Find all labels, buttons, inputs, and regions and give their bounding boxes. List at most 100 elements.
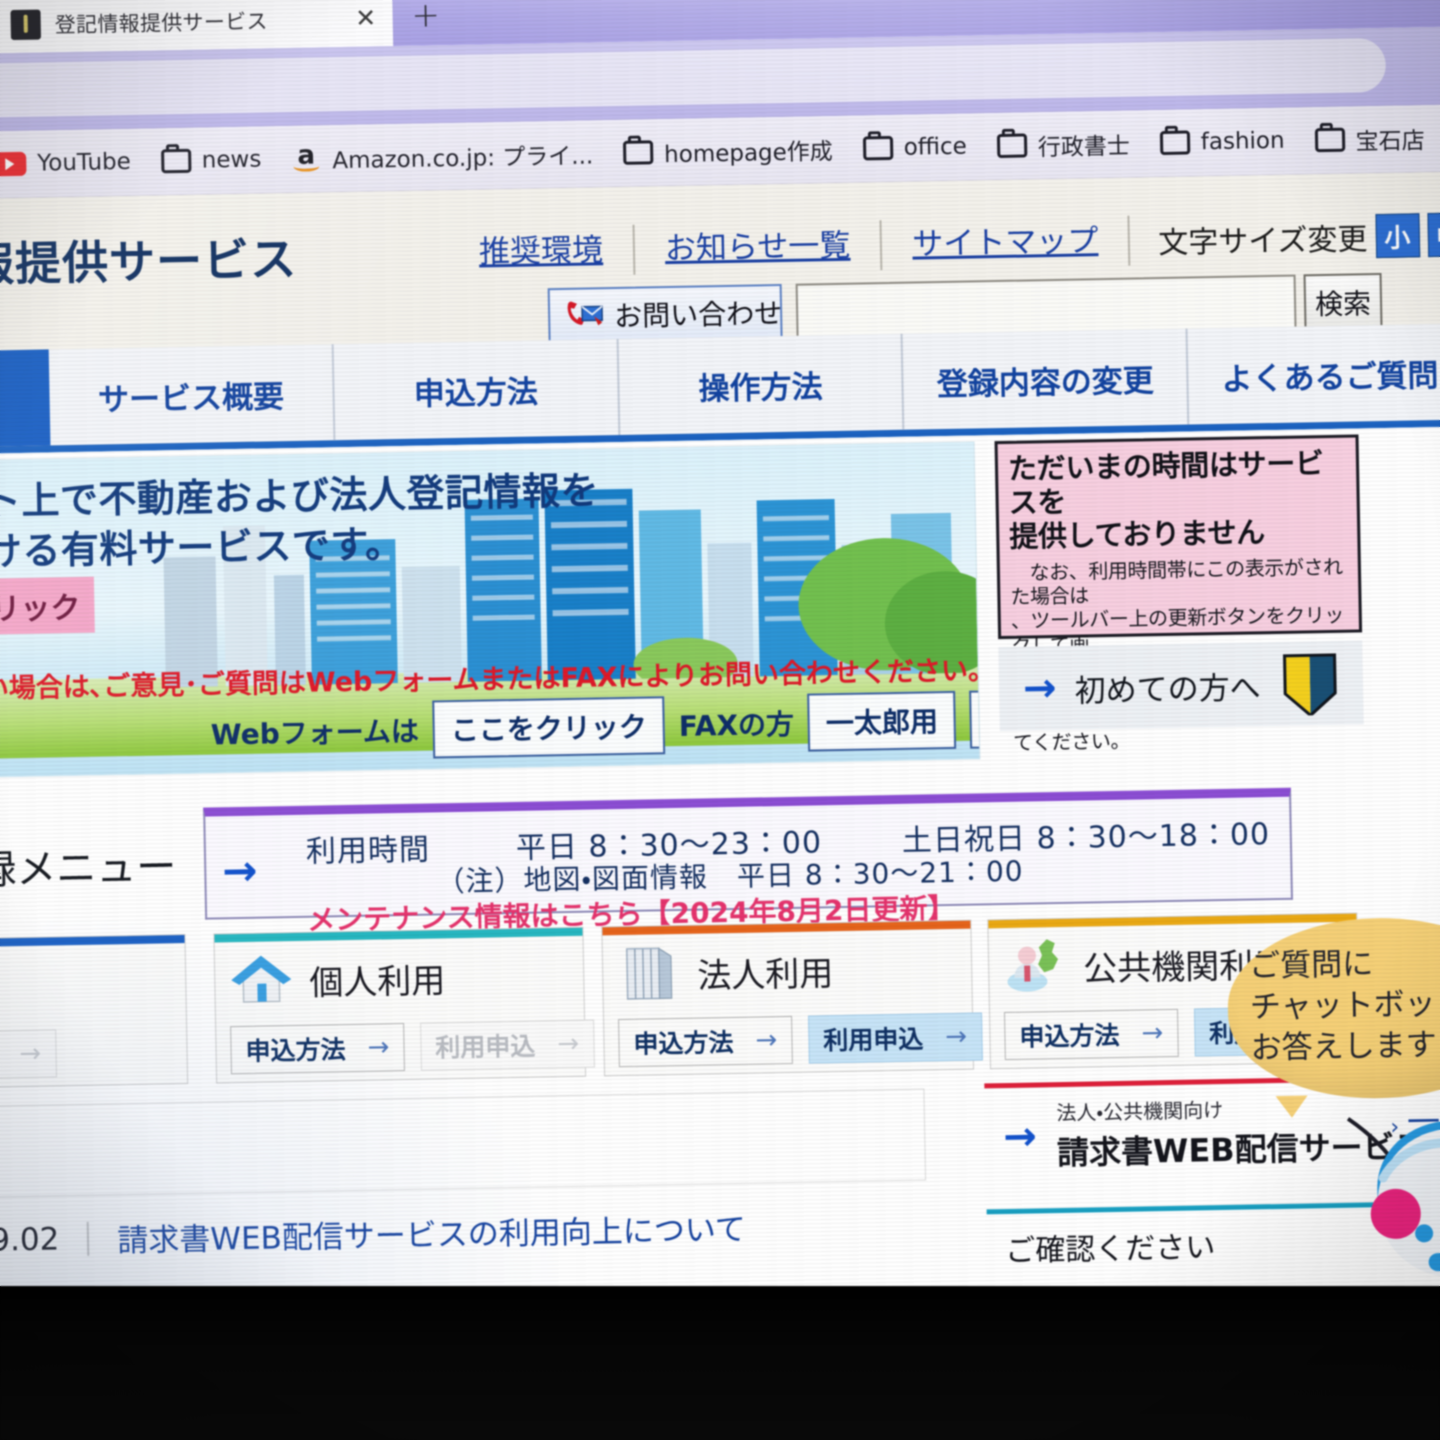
webform-label: Webフォームは [210, 714, 420, 752]
nav-operation-method[interactable]: 操作方法 [618, 333, 905, 435]
folder-icon [862, 135, 893, 161]
chatbot-line3: お答えします [1250, 1027, 1438, 1067]
font-size-label: 文字サイズ変更 [1158, 222, 1368, 262]
bookmark-label: news [201, 146, 262, 174]
hero-pink-badge[interactable]: をクリック [0, 576, 95, 636]
header-link-sitemap[interactable]: サイトマップ [881, 215, 1131, 271]
right-arrow-icon: → [1002, 1112, 1038, 1160]
service-unavailable-alert: ただいまの時間はサービスを 提供しておりません なお、利用時間帯にこの表示がされ… [994, 434, 1363, 755]
font-size-small-button[interactable]: 小 [1374, 213, 1420, 259]
right-arrow-icon: → [1022, 665, 1058, 712]
bookmark-item[interactable]: news [160, 146, 262, 175]
card-temporary-use[interactable]: 時利用 → 利用申込 → [0, 934, 189, 1092]
folder-icon [160, 148, 192, 174]
card-use-application-button[interactable]: 利用申込 → [807, 1012, 983, 1064]
first-time-label: 初めての方へ [1074, 669, 1261, 710]
new-tab-button[interactable]: + [406, 0, 445, 36]
card-use-application-button: 利用申込 → [419, 1019, 595, 1071]
right-arrow-icon: → [221, 845, 258, 896]
card-button-label: 利用申込 [823, 1024, 924, 1056]
right-arrow-icon: → [1141, 1018, 1164, 1049]
bookmark-label: fashion [1200, 127, 1285, 156]
alert-body-line1: なお、利用時間帯にこの表示がされた場合は [1009, 554, 1343, 609]
font-size-medium-button[interactable]: 中 [1426, 212, 1440, 258]
register-menu-heading[interactable]: 登録メニュー [0, 834, 177, 896]
card-buttons: → 利用申込 → [0, 1011, 187, 1082]
wakaba-beginner-mark-icon [1280, 653, 1339, 718]
monitor-bezel [0, 1286, 1440, 1440]
close-icon[interactable]: ✕ [350, 3, 381, 34]
card-individual-use[interactable]: 個人利用 申込方法 → 利用申込 → [213, 926, 595, 1084]
browser-tab[interactable]: 登記情報提供サービス ✕ [0, 0, 394, 54]
nav-left-cap [0, 349, 51, 448]
chatbot-balloon: ご質問に チャットボット お答えします [1226, 915, 1440, 1101]
usage-hours-box: → 利用時間 平日 8：30～23：00 土日祝日 8：30～18：00 （注）… [203, 787, 1293, 937]
card-corporate-use[interactable]: 法人利用 申込方法 → 利用申込 → [601, 919, 983, 1077]
card-header: 時利用 [0, 935, 186, 1018]
card-buttons: 申込方法 → 利用申込 → [604, 997, 983, 1068]
fax-label: FAXの方 [678, 707, 795, 743]
card-title: 個人利用 [308, 960, 446, 1004]
right-link-main: ご確認ください [1005, 1230, 1216, 1270]
right-link-confirm[interactable]: ご確認ください [986, 1201, 1400, 1271]
chatbot-widget[interactable]: ご質問に チャットボット お答えします [1226, 915, 1440, 1277]
bookmark-item[interactable]: YouTube [0, 149, 131, 178]
bookmark-item[interactable]: office [862, 134, 967, 162]
header-link-news-list[interactable]: お知らせ一覧 [634, 220, 883, 275]
folder-icon [1314, 127, 1345, 153]
right-link-sub: 法人・公共機関向け [1056, 1098, 1224, 1126]
nav-change-registration[interactable]: 登録内容の変更 [902, 328, 1190, 430]
contact-button-label: お問い合わせ [613, 296, 783, 334]
building-icon [617, 944, 682, 1003]
fax-word-button[interactable]: Word用 [969, 687, 981, 749]
fax-ichitaro-button[interactable]: 一太郎用 [807, 690, 957, 752]
bookmark-label: 行政書士 [1037, 133, 1131, 162]
bookmark-item[interactable]: 行政書士 [996, 127, 1131, 163]
search-button[interactable]: 検索 [1303, 273, 1383, 333]
bookmark-label: YouTube [37, 148, 132, 177]
bookmark-item[interactable]: a Amazon.co.jp: プライ... [291, 136, 593, 176]
web-page: 情報提供サービス 推奨環境 お知らせ一覧 サイトマップ 文字サイズ変更 小 中 … [0, 170, 1440, 1344]
right-link-inner: ご確認ください [987, 1207, 1400, 1271]
alert-title: ただいまの時間はサービスを 提供しておりません [1008, 446, 1348, 555]
bookmark-item[interactable]: fashion [1159, 127, 1285, 156]
card-apply-method-button[interactable]: 申込方法 → [1003, 1008, 1179, 1061]
card-button-label: 申込方法 [245, 1035, 346, 1066]
right-arrow-icon: → [367, 1032, 390, 1063]
card-apply-method-button[interactable]: 申込方法 → [230, 1023, 405, 1075]
bookmark-item[interactable]: homepage作成 [622, 132, 834, 170]
right-arrow-icon: → [557, 1028, 580, 1060]
webform-click-here-button[interactable]: ここをクリック [432, 696, 666, 759]
news-box [0, 1088, 927, 1198]
card-button-label: 申込方法 [633, 1028, 734, 1059]
news-row[interactable]: 4.09.02 請求書WEB配信サービスの利用向上について [0, 1204, 746, 1264]
card-title: 法人利用 [696, 953, 834, 997]
folder-icon [622, 140, 654, 165]
folder-icon [996, 133, 1028, 159]
bookmark-label: 宝石店 [1355, 128, 1425, 156]
site-favicon [10, 9, 42, 41]
site-logo[interactable]: 情報提供サービス [0, 223, 298, 296]
news-date: 4.09.02 [0, 1220, 60, 1260]
lower-section: せ ›一覧 4.09.02 請求書WEB配信サービスの利用向上について → 法人… [0, 1071, 1440, 1290]
card-use-application-button: 利用申込 → [0, 1029, 57, 1081]
nav-application-method[interactable]: 申込方法 [333, 338, 620, 441]
card-apply-method-button[interactable]: 申込方法 → [618, 1015, 793, 1068]
contact-button[interactable]: お問い合わせ [547, 283, 783, 345]
bookmark-item[interactable]: 宝石店 [1314, 121, 1425, 157]
phone-mail-icon [564, 298, 607, 333]
nav-faq[interactable]: よくあるご質問 [1188, 323, 1440, 424]
site-header: 情報提供サービス 推奨環境 お知らせ一覧 サイトマップ 文字サイズ変更 小 中 … [0, 170, 1440, 352]
bookmark-label: homepage作成 [663, 139, 834, 169]
right-arrow-icon: → [944, 1021, 968, 1053]
monitor-photo: 登記情報提供サービス ✕ + uki.or.jp 連 [0, 0, 1440, 1440]
amazon-icon: a [291, 141, 322, 173]
header-link-recommended-env[interactable]: 推奨環境 [448, 224, 636, 279]
hero-banner: ット上で不動産および法人登記情報を だける有料サービスです。 をクリック らない… [0, 441, 981, 779]
nav-service-overview[interactable]: サービス概要 [48, 344, 336, 446]
card-buttons: 申込方法 → 利用申込 → [216, 1004, 595, 1075]
right-arrow-icon: → [755, 1025, 778, 1056]
hero-copy: ット上で不動産および法人登記情報を だける有料サービスです。 [0, 465, 600, 577]
first-time-visitor-link[interactable]: → 初めての方へ [998, 640, 1364, 732]
hero-section: ット上で不動産および法人登記情報を だける有料サービスです。 をクリック らない… [0, 425, 1440, 810]
